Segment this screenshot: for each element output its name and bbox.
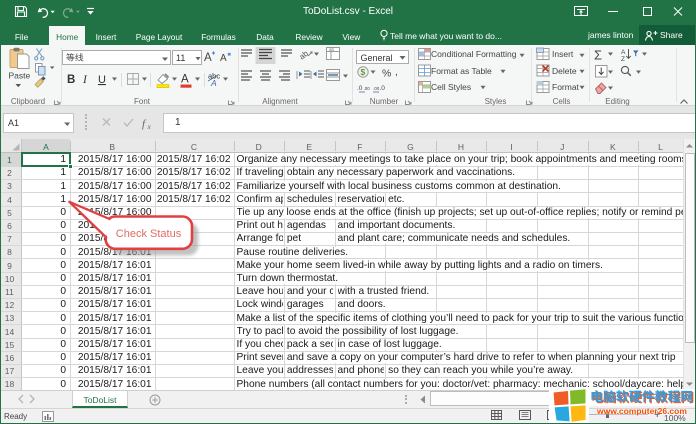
svg-text:B: B [67,74,75,86]
svg-text:A: A [621,49,626,56]
svg-text:,: , [395,66,398,78]
svg-text:.00: .00 [363,86,370,91]
svg-text:$: $ [360,67,365,77]
svg-text:f: f [142,118,147,130]
svg-text:Z: Z [621,56,625,63]
svg-text:A: A [204,52,212,64]
svg-text:Paste: Paste [9,71,31,81]
svg-text:%: % [382,68,391,80]
svg-text:.0: .0 [357,85,363,92]
svg-text:x: x [147,122,152,131]
svg-text:ab: ab [329,47,335,52]
svg-text:U: U [98,74,106,86]
svg-text:.0: .0 [379,85,385,92]
svg-text:I: I [82,74,88,86]
svg-text:Σ: Σ [594,48,602,63]
svg-text:A: A [220,53,227,64]
svg-text:A: A [181,74,189,86]
